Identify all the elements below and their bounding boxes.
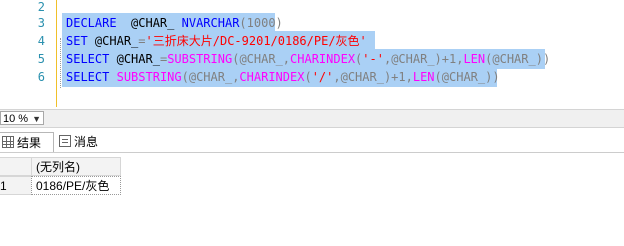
- punctuation: (@CHAR_,: [181, 70, 240, 84]
- tab-results[interactable]: 结果: [0, 132, 54, 152]
- string-literal: '/': [311, 70, 334, 84]
- function: SUBSTRING: [116, 70, 182, 84]
- string-literal: '-': [362, 52, 384, 66]
- tab-label: 结果: [17, 136, 42, 150]
- code-line: SET @CHAR_='三折床大片/DC-9201/0186/PE/灰色': [66, 31, 367, 51]
- operator: =: [138, 34, 146, 48]
- line-number: 5: [37, 52, 45, 66]
- string-literal: '三折床大片/DC-9201/0186/PE/灰色': [145, 34, 367, 48]
- function: SUBSTRING: [167, 52, 233, 66]
- keyword: SELECT: [66, 70, 110, 84]
- line-number: 3: [37, 16, 45, 30]
- keyword: NVARCHAR: [181, 16, 240, 30]
- punctuation: (: [304, 70, 312, 84]
- function: LEN: [463, 52, 486, 66]
- function: CHARINDEX: [239, 70, 305, 84]
- line-number-gutter: 2 3 4 5 6: [0, 0, 56, 107]
- results-tab-bar: 结果 消息: [0, 128, 624, 153]
- line-number: 4: [37, 34, 45, 48]
- function: CHARINDEX: [290, 52, 356, 66]
- tab-messages[interactable]: 消息: [56, 132, 106, 152]
- punctuation: (@CHAR_)): [434, 70, 500, 84]
- keyword: SELECT: [66, 52, 110, 66]
- code-line: SELECT SUBSTRING(@CHAR_,CHARINDEX('/',@C…: [66, 67, 500, 87]
- message-icon: [59, 135, 71, 147]
- keyword: SET: [66, 34, 88, 48]
- row-number[interactable]: 1: [0, 176, 32, 195]
- results-grid: (无列名) 1 0186/PE/灰色: [0, 153, 624, 246]
- grid-icon: [2, 136, 14, 148]
- query-editor[interactable]: 2 3 4 5 6 DECLARE @CHAR_ NVARCHAR(1000) …: [0, 0, 624, 107]
- variable: @CHAR_: [116, 52, 160, 66]
- code-line: SELECT @CHAR_=SUBSTRING(@CHAR_,CHARINDEX…: [66, 49, 550, 69]
- result-cell[interactable]: 0186/PE/灰色: [31, 176, 121, 195]
- zoom-dropdown[interactable]: 10 % ▼: [0, 111, 44, 125]
- literal: (1000): [239, 16, 283, 30]
- punctuation: (@CHAR_)): [485, 52, 551, 66]
- change-marker-bar: [56, 0, 57, 107]
- corner-header[interactable]: [0, 157, 32, 176]
- zoom-value: 10 %: [3, 113, 29, 125]
- tab-label: 消息: [74, 135, 99, 149]
- punctuation: ,@CHAR_)+1,: [383, 52, 464, 66]
- function: LEN: [412, 70, 435, 84]
- punctuation: (@CHAR_,: [232, 52, 291, 66]
- chevron-down-icon: ▼: [32, 114, 41, 124]
- editor-status-bar: 10 % ▼: [0, 109, 624, 128]
- variable: @CHAR_: [94, 34, 139, 48]
- column-header[interactable]: (无列名): [31, 157, 121, 176]
- outline-guide: [60, 38, 62, 88]
- punctuation: ,@CHAR_)+1,: [333, 70, 413, 84]
- keyword: DECLARE: [66, 16, 117, 30]
- line-number: 6: [37, 70, 45, 84]
- code-line: DECLARE @CHAR_ NVARCHAR(1000): [66, 13, 283, 33]
- variable: @CHAR_: [131, 16, 175, 30]
